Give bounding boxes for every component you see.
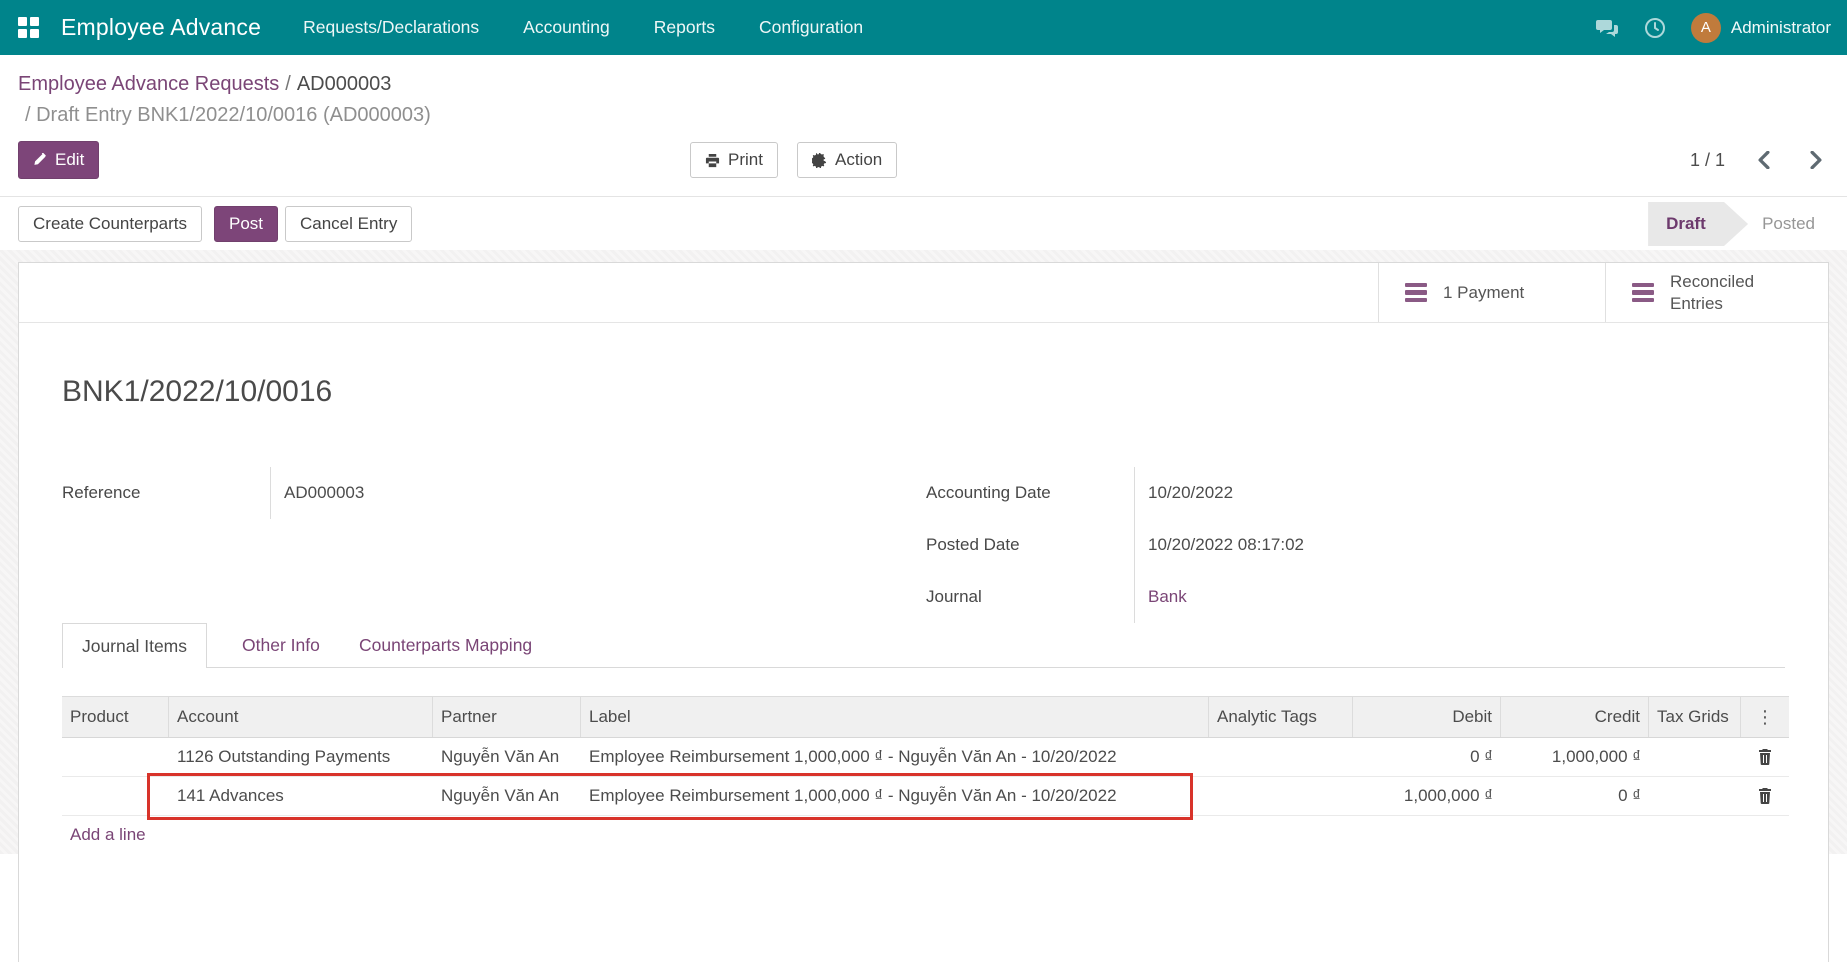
- breadcrumb-current: AD000003: [297, 73, 392, 95]
- employee-advance-form-view: Employee Advance Requests/Declarations A…: [0, 0, 1847, 854]
- activities-clock-icon[interactable]: [1643, 16, 1667, 40]
- journal-item-row-highlighted[interactable]: 141 Advances Nguyễn Văn An Employee Reim…: [62, 777, 1789, 816]
- cell-account: 1126 Outstanding Payments: [169, 738, 433, 776]
- cell-partner: Nguyễn Văn An: [433, 777, 581, 815]
- status-draft[interactable]: Draft: [1648, 202, 1748, 246]
- panel-divider: [0, 196, 1847, 197]
- col-credit[interactable]: Credit: [1501, 697, 1649, 737]
- tab-other-info[interactable]: Other Info: [242, 623, 320, 668]
- control-panel: Employee Advance Requests/AD000003 / Dra…: [0, 55, 1847, 250]
- trash-icon: [1758, 788, 1772, 804]
- chevron-left-icon[interactable]: [1751, 147, 1777, 173]
- record-title: BNK1/2022/10/0016: [62, 375, 332, 409]
- top-navbar: Employee Advance Requests/Declarations A…: [0, 0, 1847, 55]
- reconciled-entries-smart-button[interactable]: Reconciled Entries: [1605, 263, 1828, 322]
- field-posted-date: Posted Date 10/20/2022 08:17:02: [926, 519, 1726, 571]
- status-posted[interactable]: Posted: [1748, 202, 1833, 246]
- tabs-underline: [62, 667, 1785, 668]
- cell-account: 141 Advances: [169, 777, 433, 815]
- field-value: 10/20/2022 08:17:02: [1134, 519, 1726, 571]
- app-title: Employee Advance: [61, 14, 261, 41]
- breadcrumb-subtitle: / Draft Entry BNK1/2022/10/0016 (AD00000…: [25, 104, 431, 127]
- printer-icon: [705, 153, 720, 168]
- col-analytic-tags[interactable]: Analytic Tags: [1209, 697, 1353, 737]
- main-menu: Requests/Declarations Accounting Reports…: [303, 11, 863, 44]
- field-accounting-date: Accounting Date 10/20/2022: [926, 467, 1726, 519]
- field-label: Accounting Date: [926, 467, 1134, 519]
- gear-icon: [812, 153, 827, 168]
- breadcrumb-root-link[interactable]: Employee Advance Requests: [18, 73, 279, 95]
- pager: 1 / 1: [1690, 142, 1829, 178]
- cell-credit: 1,000,000 ₫: [1501, 738, 1649, 776]
- user-menu[interactable]: A Administrator: [1691, 13, 1831, 43]
- cell-debit: 1,000,000 ₫: [1353, 777, 1501, 815]
- cell-label: Employee Reimbursement 1,000,000 ₫ - Ngu…: [581, 738, 1209, 776]
- field-label: Journal: [926, 571, 1134, 623]
- add-a-line-row: Add a line: [62, 816, 1789, 854]
- field-group-left: Reference AD000003: [62, 467, 842, 519]
- menu-reports[interactable]: Reports: [654, 11, 715, 44]
- tab-counterparts-mapping[interactable]: Counterparts Mapping: [359, 623, 532, 668]
- statusbar: Draft Posted: [1648, 202, 1833, 246]
- avatar: A: [1691, 13, 1721, 43]
- cell-partner: Nguyễn Văn An: [433, 738, 581, 776]
- content-area: 1 Payment Reconciled Entries BNK1/2022/1…: [0, 250, 1847, 854]
- field-value: 10/20/2022: [1134, 467, 1726, 519]
- cell-credit: 0 ₫: [1501, 777, 1649, 815]
- messages-icon[interactable]: [1595, 16, 1619, 40]
- field-value: AD000003: [270, 467, 842, 519]
- action-button[interactable]: Action: [797, 142, 897, 178]
- post-button[interactable]: Post: [214, 206, 278, 242]
- col-tax-grids[interactable]: Tax Grids: [1649, 697, 1741, 737]
- add-a-line-link[interactable]: Add a line: [70, 825, 146, 845]
- list-icon: [1405, 283, 1427, 303]
- list-icon: [1632, 283, 1654, 303]
- journal-link[interactable]: Bank: [1134, 571, 1726, 623]
- menu-requests-declarations[interactable]: Requests/Declarations: [303, 11, 479, 44]
- journal-items-table: Product Account Partner Label Analytic T…: [62, 696, 1789, 854]
- cancel-entry-button[interactable]: Cancel Entry: [285, 206, 412, 242]
- journal-item-row[interactable]: 1126 Outstanding Payments Nguyễn Văn An …: [62, 738, 1789, 777]
- pencil-icon: [33, 153, 47, 167]
- create-counterparts-button[interactable]: Create Counterparts: [18, 206, 202, 242]
- user-name: Administrator: [1731, 18, 1831, 38]
- payments-smart-button[interactable]: 1 Payment: [1378, 263, 1605, 322]
- col-product[interactable]: Product: [62, 697, 169, 737]
- field-reference: Reference AD000003: [62, 467, 842, 519]
- field-label: Reference: [62, 467, 270, 519]
- cell-debit: 0 ₫: [1353, 738, 1501, 776]
- trash-icon: [1758, 749, 1772, 765]
- menu-configuration[interactable]: Configuration: [759, 11, 863, 44]
- col-label[interactable]: Label: [581, 697, 1209, 737]
- navbar-right: A Administrator: [1595, 13, 1831, 43]
- delete-row-button[interactable]: [1741, 777, 1789, 815]
- print-button[interactable]: Print: [690, 142, 778, 178]
- apps-grid-icon[interactable]: [18, 17, 40, 39]
- menu-accounting[interactable]: Accounting: [523, 11, 610, 44]
- column-options-kebab-icon[interactable]: ⋮: [1741, 697, 1789, 737]
- table-header: Product Account Partner Label Analytic T…: [62, 696, 1789, 738]
- cell-label: Employee Reimbursement 1,000,000 ₫ - Ngu…: [581, 777, 1209, 815]
- breadcrumb-separator: /: [279, 73, 297, 95]
- col-account[interactable]: Account: [169, 697, 433, 737]
- breadcrumb: Employee Advance Requests/AD000003: [18, 73, 391, 96]
- field-label: Posted Date: [926, 519, 1134, 571]
- form-sheet: 1 Payment Reconciled Entries BNK1/2022/1…: [18, 262, 1829, 962]
- smart-buttons-row: 1 Payment Reconciled Entries: [19, 263, 1828, 323]
- tab-journal-items[interactable]: Journal Items: [62, 623, 207, 668]
- notebook-tabs: Journal Items Other Info Counterparts Ma…: [62, 623, 1785, 668]
- chevron-right-icon[interactable]: [1803, 147, 1829, 173]
- col-debit[interactable]: Debit: [1353, 697, 1501, 737]
- field-group-right: Accounting Date 10/20/2022 Posted Date 1…: [926, 467, 1726, 623]
- edit-button[interactable]: Edit: [18, 141, 99, 179]
- delete-row-button[interactable]: [1741, 738, 1789, 776]
- pager-count[interactable]: 1 / 1: [1690, 150, 1725, 171]
- field-journal: Journal Bank: [926, 571, 1726, 623]
- col-partner[interactable]: Partner: [433, 697, 581, 737]
